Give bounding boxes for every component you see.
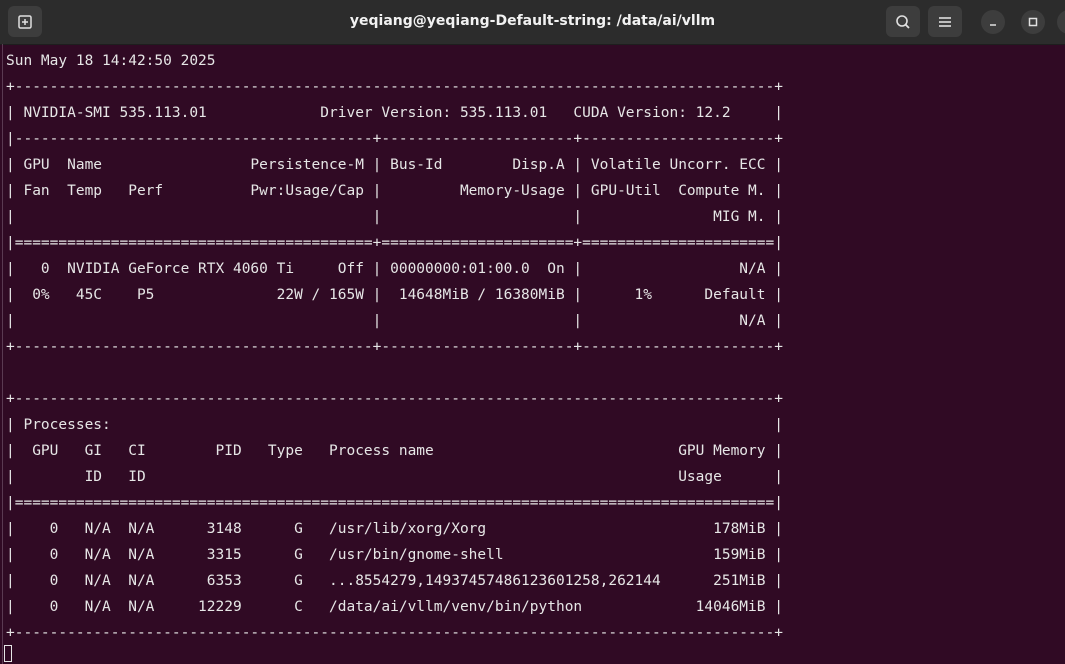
process-row: | 0 N/A N/A 12229 C /data/ai/vllm/venv/b…	[6, 599, 783, 615]
gpu-row-3: | | | N/A |	[6, 313, 783, 329]
terminal-cursor	[4, 645, 12, 662]
process-row: | 0 N/A N/A 3315 G /usr/bin/gnome-shell …	[6, 547, 783, 563]
table-border-top: +---------------------------------------…	[6, 79, 783, 95]
process-table-border-top: +---------------------------------------…	[6, 391, 783, 407]
menu-button[interactable]	[928, 6, 962, 37]
process-column-header-2: | ID ID Usage |	[6, 469, 783, 485]
table-border-bottom: +---------------------------------------…	[6, 339, 783, 355]
gpu-row-1: | 0 NVIDIA GeForce RTX 4060 Ti Off | 000…	[6, 261, 783, 277]
gpu-column-header-1: | GPU Name Persistence-M | Bus-Id Disp.A…	[6, 157, 783, 173]
table-double-divider: |=======================================…	[6, 235, 783, 251]
gpu-column-header-2: | Fan Temp Perf Pwr:Usage/Cap | Memory-U…	[6, 183, 783, 199]
terminal-window: yeqiang@yeqiang-Default-string: /data/ai…	[0, 0, 1065, 664]
process-table-double-divider: |=======================================…	[6, 495, 783, 511]
gpu-row-2: | 0% 45C P5 22W / 165W | 14648MiB / 1638…	[6, 287, 783, 303]
process-table-border-bottom: +---------------------------------------…	[6, 625, 783, 641]
minimize-button[interactable]	[981, 10, 1005, 34]
table-divider: |---------------------------------------…	[6, 131, 783, 147]
processes-title: | Processes: |	[6, 417, 783, 433]
search-icon	[896, 14, 910, 29]
gpu-column-header-3: | | | MIG M. |	[6, 209, 783, 225]
smi-header-line: | NVIDIA-SMI 535.113.01 Driver Version: …	[6, 105, 783, 121]
date-line: Sun May 18 14:42:50 2025	[6, 53, 216, 69]
search-button[interactable]	[886, 6, 920, 37]
terminal-output[interactable]: Sun May 18 14:42:50 2025 +--------------…	[2, 44, 1065, 664]
hamburger-menu-icon	[939, 16, 951, 27]
title-bar[interactable]: yeqiang@yeqiang-Default-string: /data/ai…	[0, 0, 1065, 45]
process-row: | 0 N/A N/A 6353 G ...8554279,1493745748…	[6, 573, 783, 589]
process-column-header-1: | GPU GI CI PID Type Process name GPU Me…	[6, 443, 783, 459]
process-row: | 0 N/A N/A 3148 G /usr/lib/xorg/Xorg 17…	[6, 521, 783, 537]
minimize-icon	[990, 24, 996, 26]
maximize-icon	[1028, 17, 1038, 27]
maximize-button[interactable]	[1021, 10, 1045, 34]
